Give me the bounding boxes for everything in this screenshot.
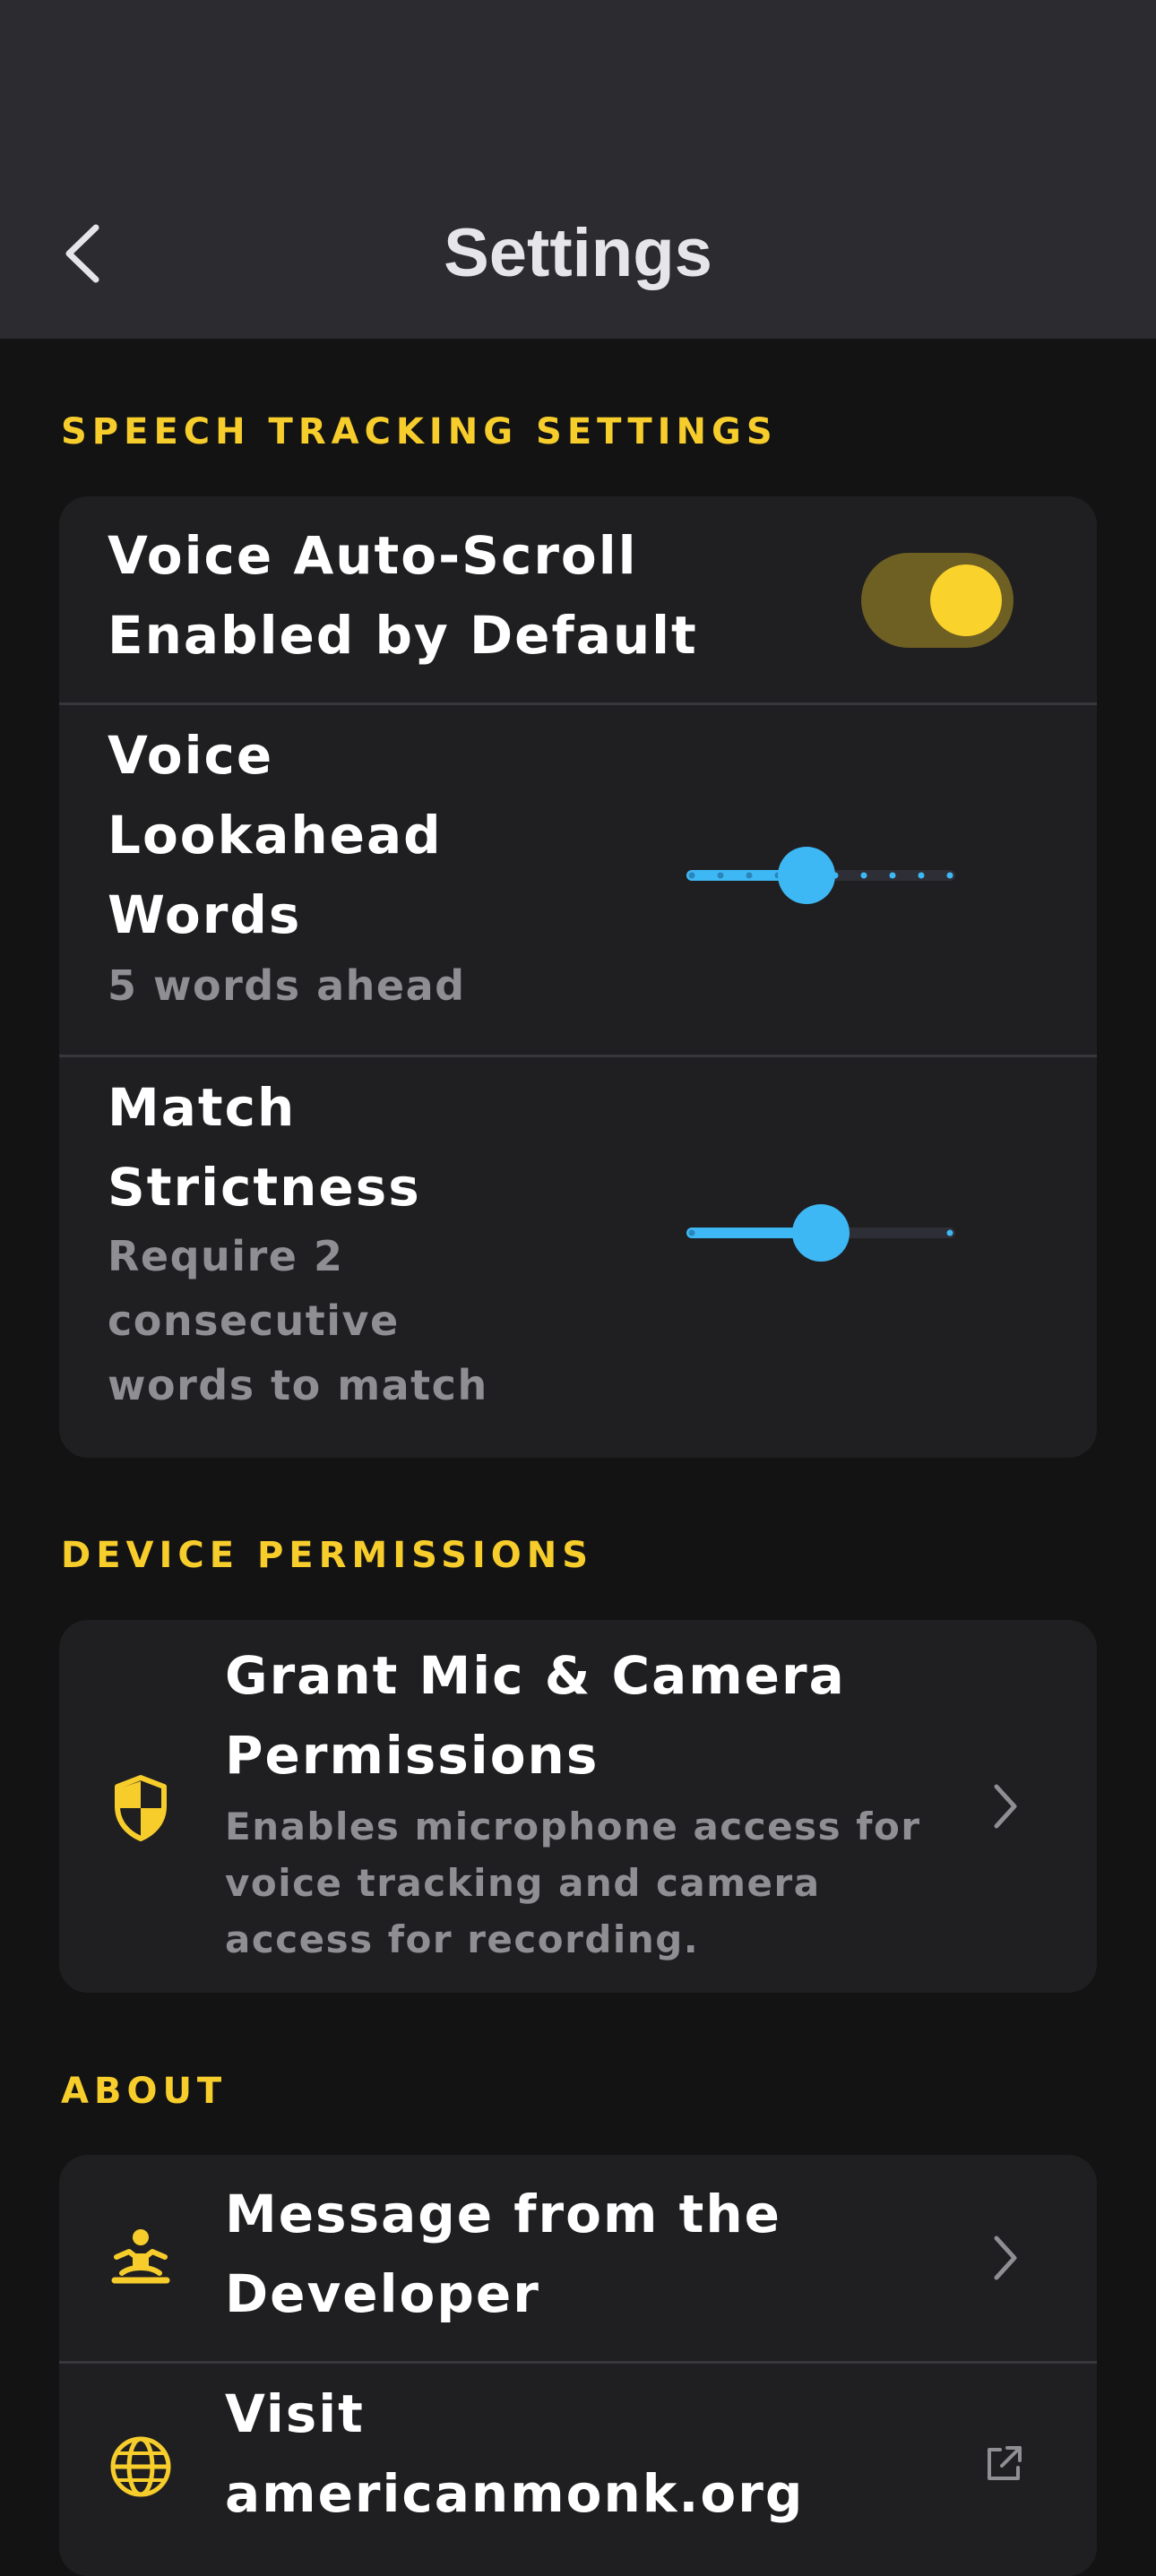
globe-icon bbox=[105, 2431, 177, 2503]
external-link-icon bbox=[988, 2446, 1022, 2480]
website-title-line1: Visit bbox=[225, 2383, 365, 2444]
strictness-sub-line2: consecutive bbox=[108, 1297, 400, 1345]
shield-icon bbox=[105, 1772, 177, 1844]
page-title: Settings bbox=[444, 215, 712, 291]
developer-title-line1: Message from the bbox=[225, 2184, 781, 2244]
strictness-sub-line1: Require 2 bbox=[108, 1232, 344, 1280]
strictness-title-line2: Strictness bbox=[108, 1157, 421, 1218]
auto-scroll-title-line2: Enabled by Default bbox=[108, 605, 698, 666]
website-row[interactable]: Visit americanmonk.org bbox=[59, 2364, 1097, 2576]
navigation-bar: Settings bbox=[0, 0, 1156, 339]
slider-tick bbox=[889, 872, 896, 879]
grant-desc-line2: voice tracking and camera bbox=[225, 1861, 821, 1905]
strictness-sub-line3: words to match bbox=[108, 1361, 488, 1409]
developer-message-row[interactable]: Message from the Developer bbox=[59, 2155, 1097, 2361]
lookahead-title-line1: Voice bbox=[108, 725, 274, 786]
lookahead-row: Voice Lookahead Words 5 words ahead bbox=[59, 705, 1097, 1055]
toggle-knob bbox=[930, 564, 1002, 636]
slider-tick bbox=[946, 1229, 953, 1236]
slider-tick bbox=[688, 1229, 695, 1236]
grant-title-line2: Permissions bbox=[225, 1725, 600, 1786]
grant-title-line1: Grant Mic & Camera bbox=[225, 1645, 846, 1706]
slider-tick bbox=[946, 872, 953, 879]
section-header-speech-tracking: SPEECH TRACKING SETTINGS bbox=[61, 411, 778, 452]
website-title-line2: americanmonk.org bbox=[225, 2463, 805, 2524]
strictness-row: Match Strictness Require 2 consecutive w… bbox=[59, 1057, 1097, 1458]
meditation-icon bbox=[105, 2222, 177, 2294]
chevron-right-icon bbox=[994, 1784, 1017, 1829]
grant-permissions-row[interactable]: Grant Mic & Camera Permissions Enables m… bbox=[59, 1620, 1097, 1993]
about-card: Message from the Developer Visit america… bbox=[59, 2155, 1097, 2576]
slider-thumb bbox=[792, 1204, 850, 1262]
auto-scroll-title-line1: Voice Auto-Scroll bbox=[108, 525, 638, 586]
strictness-slider[interactable] bbox=[685, 1197, 957, 1269]
lookahead-title-line3: Words bbox=[108, 884, 302, 945]
section-header-about: ABOUT bbox=[61, 2071, 228, 2112]
strictness-title-line1: Match bbox=[108, 1077, 297, 1138]
slider-tick bbox=[717, 872, 724, 879]
slider-tick bbox=[746, 872, 753, 879]
auto-scroll-toggle[interactable] bbox=[861, 553, 1014, 648]
grant-desc-line3: access for recording. bbox=[225, 1917, 700, 1961]
chevron-right-icon bbox=[994, 2236, 1017, 2280]
section-header-device-permissions: DEVICE PERMISSIONS bbox=[61, 1535, 594, 1576]
permissions-card: Grant Mic & Camera Permissions Enables m… bbox=[59, 1620, 1097, 1993]
slider-tick bbox=[860, 872, 867, 879]
slider-thumb bbox=[778, 847, 835, 904]
auto-scroll-row[interactable]: Voice Auto-Scroll Enabled by Default bbox=[59, 496, 1097, 702]
lookahead-subtitle: 5 words ahead bbox=[108, 961, 466, 1010]
lookahead-slider[interactable] bbox=[685, 840, 957, 911]
lookahead-title-line2: Lookahead bbox=[108, 805, 443, 866]
slider-tick bbox=[918, 872, 925, 879]
grant-desc-line1: Enables microphone access for bbox=[225, 1805, 921, 1848]
speech-tracking-card: Voice Auto-Scroll Enabled by Default Voi… bbox=[59, 496, 1097, 1458]
slider-tick bbox=[688, 872, 695, 879]
developer-title-line2: Developer bbox=[225, 2263, 540, 2324]
